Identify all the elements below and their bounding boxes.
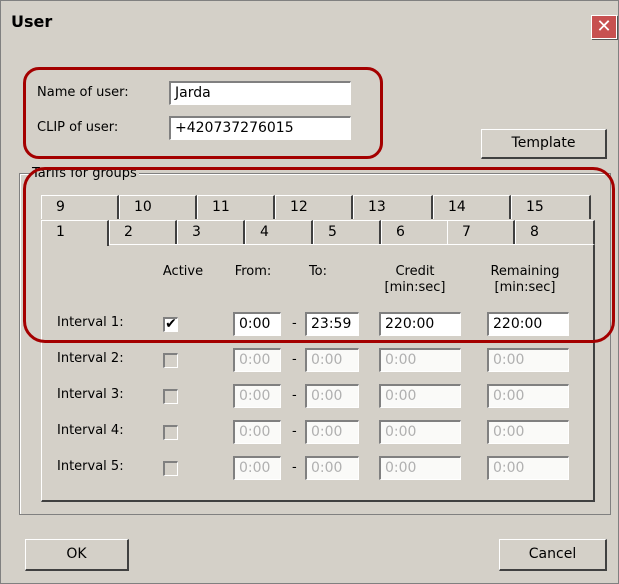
to-input[interactable]: 0:00 — [305, 384, 359, 408]
remaining-input[interactable]: 0:00 — [487, 348, 569, 372]
remaining-input[interactable]: 0:00 — [487, 384, 569, 408]
interval-label: Interval 3: — [57, 387, 124, 402]
ok-button[interactable]: OK — [25, 539, 129, 571]
credit-input[interactable]: 0:00 — [379, 348, 461, 372]
from-input[interactable]: 0:00 — [233, 456, 281, 480]
annotation-outline-tabs — [23, 167, 615, 343]
close-icon[interactable]: ✕ — [591, 15, 617, 39]
title-bar: User ✕ — [1, 1, 618, 39]
range-separator: - — [292, 388, 297, 403]
range-separator: - — [292, 460, 297, 475]
interval-label: Interval 4: — [57, 423, 124, 438]
range-separator: - — [292, 424, 297, 439]
active-checkbox[interactable] — [163, 389, 178, 404]
credit-input[interactable]: 0:00 — [379, 420, 461, 444]
from-input[interactable]: 0:00 — [233, 384, 281, 408]
to-input[interactable]: 0:00 — [305, 348, 359, 372]
annotation-outline-user — [23, 67, 383, 159]
from-input[interactable]: 0:00 — [233, 420, 281, 444]
range-separator: - — [292, 352, 297, 367]
user-dialog: User ✕ Name of user: Jarda CLIP of user:… — [0, 0, 619, 584]
active-checkbox[interactable] — [163, 425, 178, 440]
remaining-input[interactable]: 0:00 — [487, 420, 569, 444]
active-checkbox[interactable] — [163, 461, 178, 476]
to-input[interactable]: 0:00 — [305, 456, 359, 480]
interval-label: Interval 2: — [57, 351, 124, 366]
active-checkbox[interactable] — [163, 353, 178, 368]
tab-1[interactable]: 1 — [41, 220, 109, 246]
remaining-input[interactable]: 0:00 — [487, 456, 569, 480]
template-button[interactable]: Template — [481, 129, 607, 159]
from-input[interactable]: 0:00 — [233, 348, 281, 372]
interval-label: Interval 5: — [57, 459, 124, 474]
credit-input[interactable]: 0:00 — [379, 456, 461, 480]
dialog-title: User — [11, 12, 53, 31]
credit-input[interactable]: 0:00 — [379, 384, 461, 408]
cancel-button[interactable]: Cancel — [499, 539, 607, 571]
to-input[interactable]: 0:00 — [305, 420, 359, 444]
